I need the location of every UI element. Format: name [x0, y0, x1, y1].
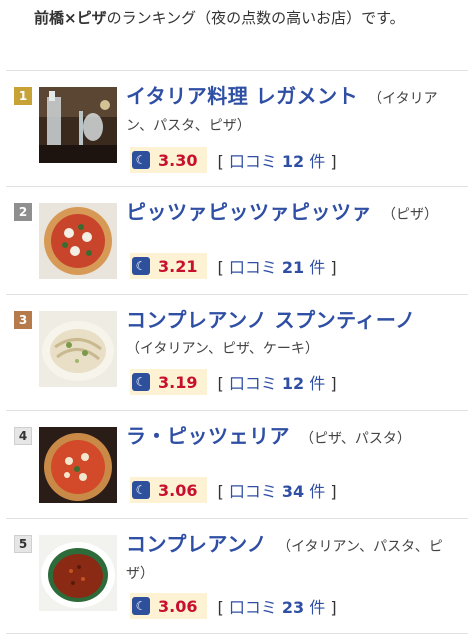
intro-text: のランキング（夜の点数の高いお店）です。: [106, 9, 405, 27]
restaurant-name-link[interactable]: イタリア料理 レガメント: [126, 84, 358, 108]
moon-icon: ☾: [132, 373, 150, 391]
rating-row: ☾ 3.06 [ 口コミ 34 件 ]: [130, 477, 337, 503]
moon-icon: ☾: [132, 151, 150, 169]
restaurant-photo[interactable]: [39, 311, 117, 387]
rank-badge: 3: [14, 311, 32, 329]
rating-score: 3.30: [158, 150, 198, 170]
rank-badge: 4: [14, 427, 32, 445]
restaurant-name-link[interactable]: ラ・ピッツェリア: [126, 424, 290, 448]
restaurant-genre: （イタリアン、ピザ、ケーキ）: [126, 341, 319, 357]
rating-score: 3.19: [158, 372, 198, 392]
moon-icon: ☾: [132, 257, 150, 275]
rank-badge: 2: [14, 203, 32, 221]
ranking-intro: 前橋×ピザのランキング（夜の点数の高いお店）です。: [34, 6, 454, 30]
moon-icon: ☾: [132, 481, 150, 499]
reviews-link[interactable]: [ 口コミ 12 件 ]: [217, 370, 336, 394]
list-item: 3 コンプレアンノ スプンティーノ （イタリアン、ピザ、ケーキ） ☾ 3.19 […: [6, 294, 468, 410]
moon-icon: ☾: [132, 597, 150, 615]
score-box: ☾ 3.19: [130, 369, 208, 395]
score-box: ☾ 3.21: [130, 253, 208, 279]
rating-score: 3.21: [158, 256, 198, 276]
reviews-link[interactable]: [ 口コミ 12 件 ]: [217, 148, 336, 172]
rating-row: ☾ 3.21 [ 口コミ 21 件 ]: [130, 253, 337, 279]
score-box: ☾ 3.30: [130, 147, 208, 173]
restaurant-name-link[interactable]: コンプレアンノ: [126, 532, 267, 556]
reviews-link[interactable]: [ 口コミ 34 件 ]: [217, 478, 336, 502]
rating-score: 3.06: [158, 480, 198, 500]
score-box: ☾ 3.06: [130, 593, 208, 619]
list-item: 4 ラ・ピッツェリア （ピザ、パスタ） ☾ 3.06 [ 口コミ 34 件 ]: [6, 410, 468, 518]
restaurant-photo[interactable]: [39, 87, 117, 163]
rating-row: ☾ 3.06 [ 口コミ 23 件 ]: [130, 593, 337, 619]
list-item: 2 ピッツァピッツァピッツァ （ピザ） ☾ 3.21 [ 口コミ 21 件 ]: [6, 186, 468, 294]
restaurant-photo[interactable]: [39, 535, 117, 611]
restaurant-name-link[interactable]: コンプレアンノ スプンティーノ: [126, 308, 416, 332]
rating-row: ☾ 3.19 [ 口コミ 12 件 ]: [130, 369, 337, 395]
intro-keyword: 前橋×ピザ: [34, 9, 107, 27]
restaurant-genre: （ピザ）: [382, 207, 438, 223]
restaurant-photo[interactable]: [39, 203, 117, 279]
list-item: 1 イタリア料理 レガメント （イタリアン、パスタ、ピザ） ☾ 3.30 [ 口コ…: [6, 70, 468, 186]
rank-badge: 1: [14, 87, 32, 105]
rank-badge: 5: [14, 535, 32, 553]
restaurant-photo[interactable]: [39, 427, 117, 503]
reviews-link[interactable]: [ 口コミ 21 件 ]: [217, 254, 336, 278]
rating-row: ☾ 3.30 [ 口コミ 12 件 ]: [130, 147, 337, 173]
ranking-list: 1 イタリア料理 レガメント （イタリアン、パスタ、ピザ） ☾ 3.30 [ 口コ…: [6, 70, 468, 634]
rating-score: 3.06: [158, 596, 198, 616]
restaurant-name-link[interactable]: ピッツァピッツァピッツァ: [126, 200, 372, 224]
list-item: 5 コンプレアンノ （イタリアン、パスタ、ピザ） ☾ 3.06 [ 口コミ 23 …: [6, 518, 468, 634]
reviews-link[interactable]: [ 口コミ 23 件 ]: [217, 594, 336, 618]
score-box: ☾ 3.06: [130, 477, 208, 503]
restaurant-genre: （ピザ、パスタ）: [300, 431, 411, 447]
